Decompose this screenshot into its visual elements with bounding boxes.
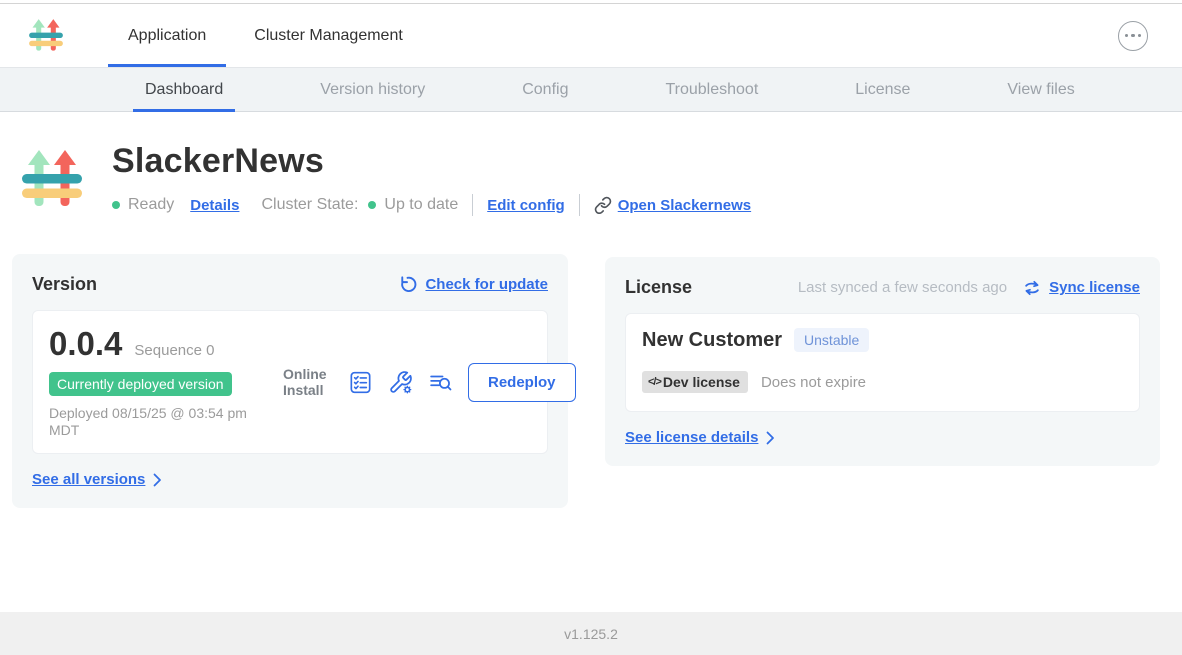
open-application-link[interactable]: Open Slackernews (618, 197, 751, 214)
subnav-view-files[interactable]: View files (995, 68, 1086, 111)
tab-application-label: Application (128, 27, 206, 45)
tab-cluster-management-label: Cluster Management (254, 27, 403, 45)
app-subnav: Dashboard Version history Config Trouble… (0, 68, 1182, 112)
subnav-version-history[interactable]: Version history (308, 68, 437, 111)
subnav-license[interactable]: License (843, 68, 922, 111)
overflow-menu-button[interactable] (1118, 21, 1148, 51)
status-details-link[interactable]: Details (190, 197, 239, 214)
see-license-details-link[interactable]: See license details (625, 429, 758, 446)
application-heading: SlackerNews Ready Details Cluster State:… (0, 139, 1182, 221)
current-version-panel: 0.0.4 Sequence 0 Currently deployed vers… (32, 310, 548, 454)
check-for-update-link[interactable]: Check for update (425, 276, 548, 293)
see-all-versions-link[interactable]: See all versions (32, 471, 145, 488)
preflight-checks-icon[interactable] (348, 370, 373, 395)
subnav-dashboard[interactable]: Dashboard (133, 68, 235, 111)
customer-name: New Customer (642, 329, 782, 352)
edit-config-link[interactable]: Edit config (487, 197, 565, 214)
page-title: SlackerNews (112, 141, 751, 181)
version-sequence: Sequence 0 (134, 342, 214, 359)
console-version: v1.125.2 (564, 626, 618, 642)
refresh-icon (398, 275, 417, 294)
license-details-panel: New Customer Unstable </> Dev license Do… (625, 313, 1140, 412)
sync-license-link[interactable]: Sync license (1049, 279, 1140, 296)
version-card: Version Check for update 0.0.4 Sequ (12, 254, 568, 508)
chevron-right-icon (153, 473, 162, 487)
deployed-timestamp: Deployed 08/15/25 @ 03:54 pm MDT (49, 405, 274, 439)
license-type-label: Dev license (663, 374, 740, 390)
subnav-license-label: License (855, 81, 910, 99)
config-wrench-icon[interactable] (388, 370, 413, 395)
app-header-bar: Application Cluster Management (0, 4, 1182, 68)
subnav-config-label: Config (522, 81, 568, 99)
cluster-state-dot (368, 201, 376, 209)
subnav-dashboard-label: Dashboard (145, 81, 223, 99)
app-status-text: Ready (128, 196, 174, 214)
version-number: 0.0.4 (49, 325, 122, 363)
license-card-title: License (625, 277, 692, 298)
subnav-version-history-label: Version history (320, 81, 425, 99)
tab-cluster-management[interactable]: Cluster Management (234, 4, 423, 67)
cluster-state-label: Cluster State: (261, 196, 358, 214)
license-card: License Last synced a few seconds ago Sy… (605, 257, 1160, 466)
product-logo-icon (28, 16, 64, 56)
subnav-troubleshoot-label: Troubleshoot (665, 81, 758, 99)
sync-arrows-icon (1023, 279, 1041, 297)
last-synced-text: Last synced a few seconds ago (798, 279, 1007, 296)
version-card-title: Version (32, 274, 97, 295)
subnav-view-files-label: View files (1007, 81, 1074, 99)
tab-application[interactable]: Application (108, 4, 226, 67)
chevron-right-icon (766, 431, 775, 445)
cluster-state-value: Up to date (384, 196, 458, 214)
subnav-config[interactable]: Config (510, 68, 580, 111)
license-type-badge: </> Dev license (642, 371, 748, 393)
subnav-troubleshoot[interactable]: Troubleshoot (653, 68, 770, 111)
application-logo-icon (20, 139, 84, 221)
deploy-logs-icon[interactable] (428, 370, 453, 395)
code-icon: </> (648, 376, 661, 388)
primary-tabs: Application Cluster Management (108, 4, 431, 67)
divider (579, 194, 580, 216)
channel-badge: Unstable (794, 328, 869, 352)
external-link-icon (594, 196, 612, 214)
app-status-dot (112, 201, 120, 209)
main-content: SlackerNews Ready Details Cluster State:… (0, 112, 1182, 612)
app-footer: v1.125.2 (0, 612, 1182, 655)
divider (472, 194, 473, 216)
license-expiry: Does not expire (761, 374, 866, 391)
install-type-label: Online Install (283, 366, 333, 398)
redeploy-button[interactable]: Redeploy (468, 363, 576, 402)
deployed-badge: Currently deployed version (49, 372, 232, 396)
